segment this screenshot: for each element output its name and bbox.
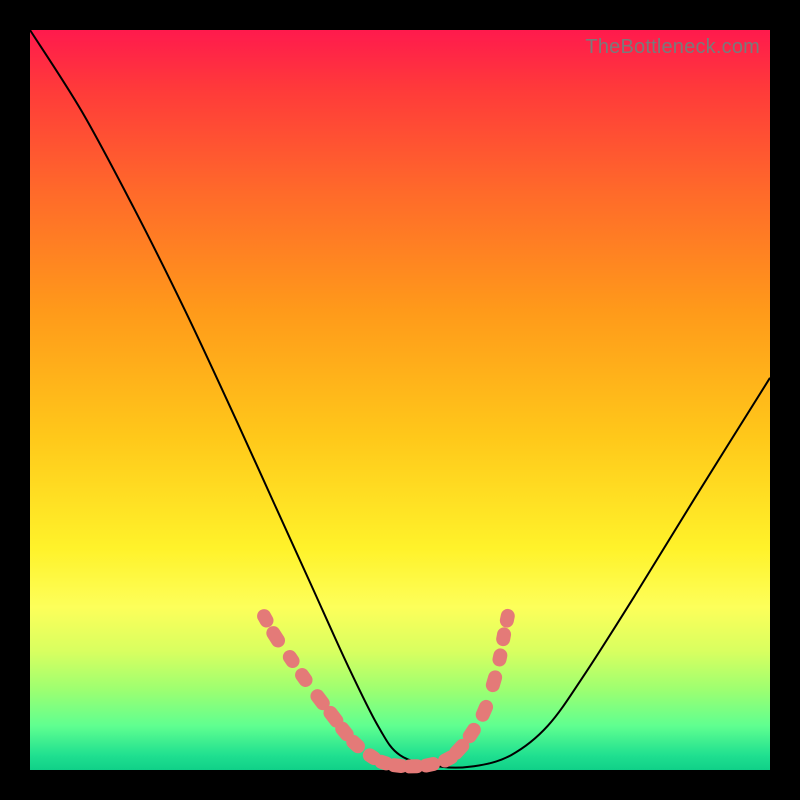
valley-blob [292,665,315,689]
chart-frame: TheBottleneck.com [30,30,770,770]
valley-blob [495,626,512,647]
valley-blobs-group [255,607,516,774]
valley-blob [484,669,504,694]
bottleneck-curve [30,30,770,768]
valley-blob [491,647,509,668]
chart-svg [30,30,770,770]
valley-blob [499,608,516,629]
valley-blob [474,698,496,724]
valley-blob [280,647,302,670]
